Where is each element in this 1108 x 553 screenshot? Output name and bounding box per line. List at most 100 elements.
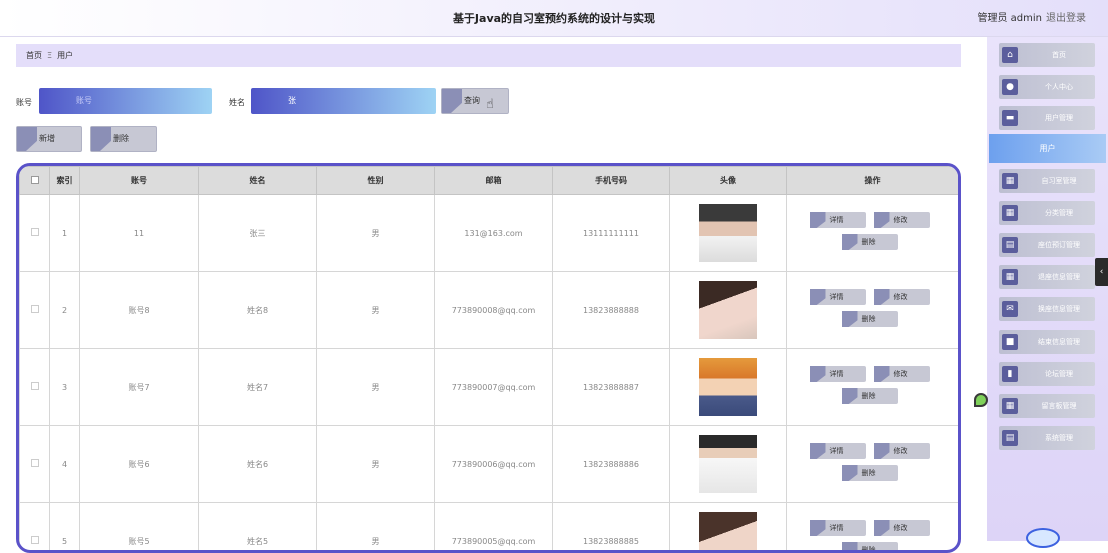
cell-account: 账号8 xyxy=(80,272,199,349)
button-tab-icon xyxy=(874,520,890,536)
button-tab-icon xyxy=(842,234,858,250)
row-checkbox[interactable] xyxy=(31,536,39,544)
cell-email: 131@163.com xyxy=(435,195,553,272)
cell-name: 姓名8 xyxy=(199,272,317,349)
button-tab-icon xyxy=(874,212,890,228)
avatar xyxy=(699,204,757,262)
breadcrumb-current: 用户 xyxy=(57,51,73,60)
cell-name: 张三 xyxy=(199,195,317,272)
cell-index: 5 xyxy=(50,503,80,553)
sidebar-item-user-management[interactable]: ▬用户管理 xyxy=(999,106,1095,130)
sidebar-item-seat-booking[interactable]: ▤座位预订管理 xyxy=(999,233,1095,257)
document-icon: ▤ xyxy=(1002,237,1018,253)
account-input[interactable]: 账号 xyxy=(39,88,212,114)
floating-chat-icon[interactable] xyxy=(1026,528,1060,548)
button-tab-icon xyxy=(810,366,826,382)
user-label: 管理员 admin xyxy=(977,13,1042,24)
sidebar-item-category[interactable]: ▦分类管理 xyxy=(999,201,1095,225)
button-tab-icon xyxy=(810,443,826,459)
sidebar-item-end-info[interactable]: ■结束信息管理 xyxy=(999,330,1095,354)
edit-button[interactable]: 修改 xyxy=(874,289,930,305)
delete-button[interactable]: 删除 xyxy=(842,234,898,250)
column-header: 头像 xyxy=(670,167,787,195)
edit-button[interactable]: 修改 xyxy=(874,366,930,382)
sidebar-item-leave-seat[interactable]: ▦退座信息管理 xyxy=(999,265,1095,289)
cell-avatar xyxy=(670,503,787,553)
logout-link[interactable]: 退出登录 xyxy=(1046,13,1086,24)
table-row: 2 账号8 姓名8 男 773890008@qq.com 13823888888… xyxy=(20,272,959,349)
home-icon: ⌂ xyxy=(1002,47,1018,63)
breadcrumb-home[interactable]: 首页 xyxy=(26,51,42,60)
button-tab-icon xyxy=(842,388,858,404)
column-header: 操作 xyxy=(787,167,959,195)
batch-delete-button[interactable]: 删除 xyxy=(90,126,157,152)
sidebar-item-study-room[interactable]: ▦自习室管理 xyxy=(999,169,1095,193)
row-select-cell xyxy=(20,195,50,272)
user-table: 索引 账号 姓名 性别 邮箱 手机号码 头像 操作 1 11 张三 男 131@… xyxy=(16,163,961,553)
delete-button[interactable]: 删除 xyxy=(842,542,898,553)
detail-button[interactable]: 详情 xyxy=(810,289,866,305)
detail-button[interactable]: 详情 xyxy=(810,520,866,536)
cell-avatar xyxy=(670,349,787,426)
button-tab-icon xyxy=(842,542,858,553)
cell-account: 账号5 xyxy=(80,503,199,553)
document-icon: ▤ xyxy=(1002,430,1018,446)
user-icon: ● xyxy=(1002,79,1018,95)
cell-gender: 男 xyxy=(317,195,435,272)
table-row: 3 账号7 姓名7 男 773890007@qq.com 13823888887… xyxy=(20,349,959,426)
sidebar-item-forum[interactable]: ▮论坛管理 xyxy=(999,362,1095,386)
edit-button[interactable]: 修改 xyxy=(874,520,930,536)
select-all-checkbox[interactable] xyxy=(31,176,39,184)
button-tab-icon xyxy=(810,289,826,305)
row-checkbox[interactable] xyxy=(31,305,39,313)
sidebar-item-change-seat[interactable]: ✉换座信息管理 xyxy=(999,297,1095,321)
detail-button[interactable]: 详情 xyxy=(810,366,866,382)
sidebar-item-system[interactable]: ▤系统管理 xyxy=(999,426,1095,450)
sidebar-item-profile[interactable]: ●个人中心 xyxy=(999,75,1095,99)
cell-account: 11 xyxy=(80,195,199,272)
add-button[interactable]: 新增 xyxy=(16,126,82,152)
detail-button[interactable]: 详情 xyxy=(810,443,866,459)
delete-button[interactable]: 删除 xyxy=(842,311,898,327)
column-header: 性别 xyxy=(317,167,435,195)
cell-avatar xyxy=(670,426,787,503)
cell-name: 姓名5 xyxy=(199,503,317,553)
column-header: 手机号码 xyxy=(553,167,670,195)
cell-phone: 13823888888 xyxy=(553,272,670,349)
name-input[interactable]: 张 xyxy=(251,88,436,114)
edit-button[interactable]: 修改 xyxy=(874,212,930,228)
floating-widget-icon[interactable] xyxy=(974,393,988,407)
row-checkbox[interactable] xyxy=(31,228,39,236)
column-header: 账号 xyxy=(80,167,199,195)
cell-avatar xyxy=(670,195,787,272)
edit-button[interactable]: 修改 xyxy=(874,443,930,459)
sidebar-item-user[interactable]: 用户 xyxy=(989,134,1106,163)
table-row: 1 11 张三 男 131@163.com 13111111111 详情 修改 … xyxy=(20,195,959,272)
query-button[interactable]: 查询 xyxy=(441,88,509,114)
detail-button[interactable]: 详情 xyxy=(810,212,866,228)
sidebar-item-message-board[interactable]: ▦留言板管理 xyxy=(999,394,1095,418)
row-checkbox[interactable] xyxy=(31,459,39,467)
collapse-chevron-icon[interactable]: ‹ xyxy=(1095,258,1108,286)
cell-operations: 详情 修改 删除 xyxy=(787,195,959,272)
name-label: 姓名 xyxy=(229,97,245,108)
row-checkbox[interactable] xyxy=(31,382,39,390)
button-tab-icon xyxy=(810,520,826,536)
button-tab-icon xyxy=(874,443,890,459)
table-icon: ▦ xyxy=(1002,269,1018,285)
column-header: 索引 xyxy=(50,167,80,195)
avatar xyxy=(699,281,757,339)
select-all-cell xyxy=(20,167,50,195)
cell-phone: 13823888885 xyxy=(553,503,670,553)
table-header: 索引 账号 姓名 性别 邮箱 手机号码 头像 操作 xyxy=(20,167,959,195)
button-tab-icon xyxy=(17,127,37,151)
cell-account: 账号6 xyxy=(80,426,199,503)
sidebar-item-home[interactable]: ⌂首页 xyxy=(999,43,1095,67)
button-tab-icon xyxy=(91,127,111,151)
chat-icon: ■ xyxy=(1002,334,1018,350)
row-select-cell xyxy=(20,272,50,349)
cell-index: 2 xyxy=(50,272,80,349)
table-row: 5 账号5 姓名5 男 773890005@qq.com 13823888885… xyxy=(20,503,959,553)
delete-button[interactable]: 删除 xyxy=(842,465,898,481)
delete-button[interactable]: 删除 xyxy=(842,388,898,404)
